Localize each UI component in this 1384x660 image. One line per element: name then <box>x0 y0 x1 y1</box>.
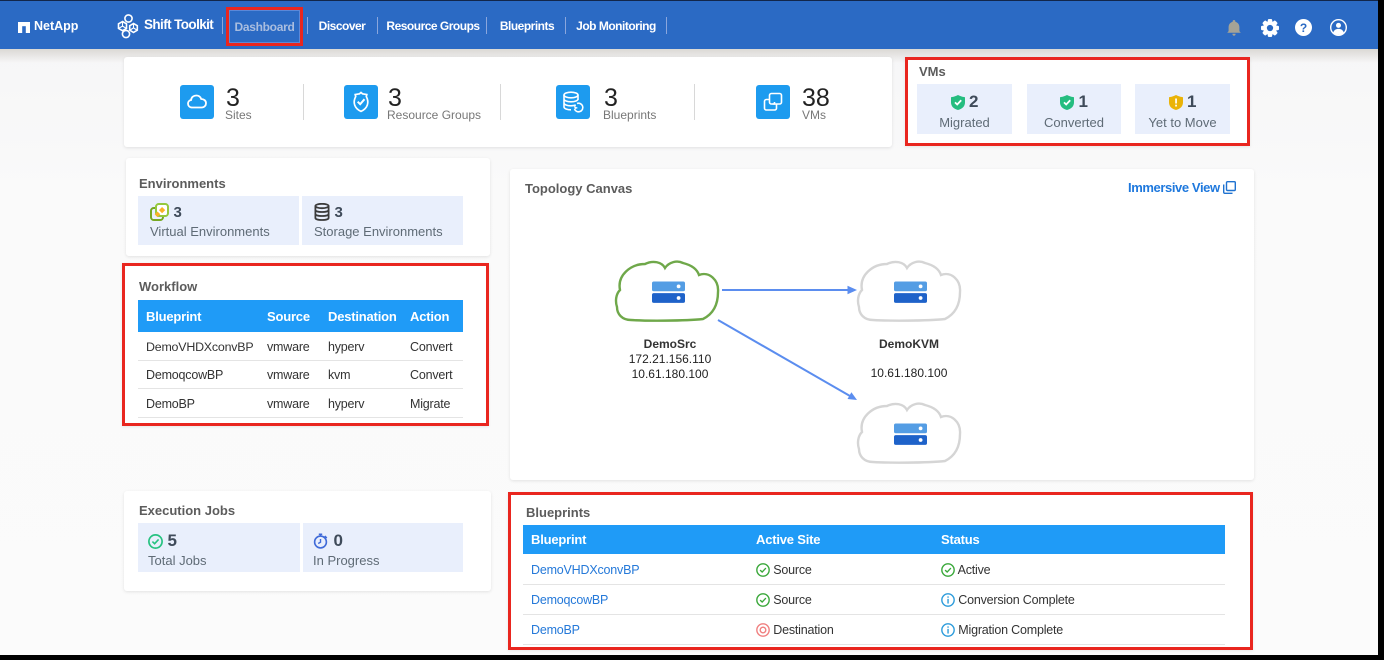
svg-text:?: ? <box>1300 21 1307 35</box>
svg-text:10.61.180.100: 10.61.180.100 <box>871 366 948 380</box>
svg-text:DemoKVM: DemoKVM <box>879 337 939 351</box>
svg-text:DemoSrc: DemoSrc <box>644 337 697 351</box>
svg-text:172.21.156.110: 172.21.156.110 <box>629 352 712 366</box>
svg-text:10.61.180.100: 10.61.180.100 <box>632 367 709 381</box>
